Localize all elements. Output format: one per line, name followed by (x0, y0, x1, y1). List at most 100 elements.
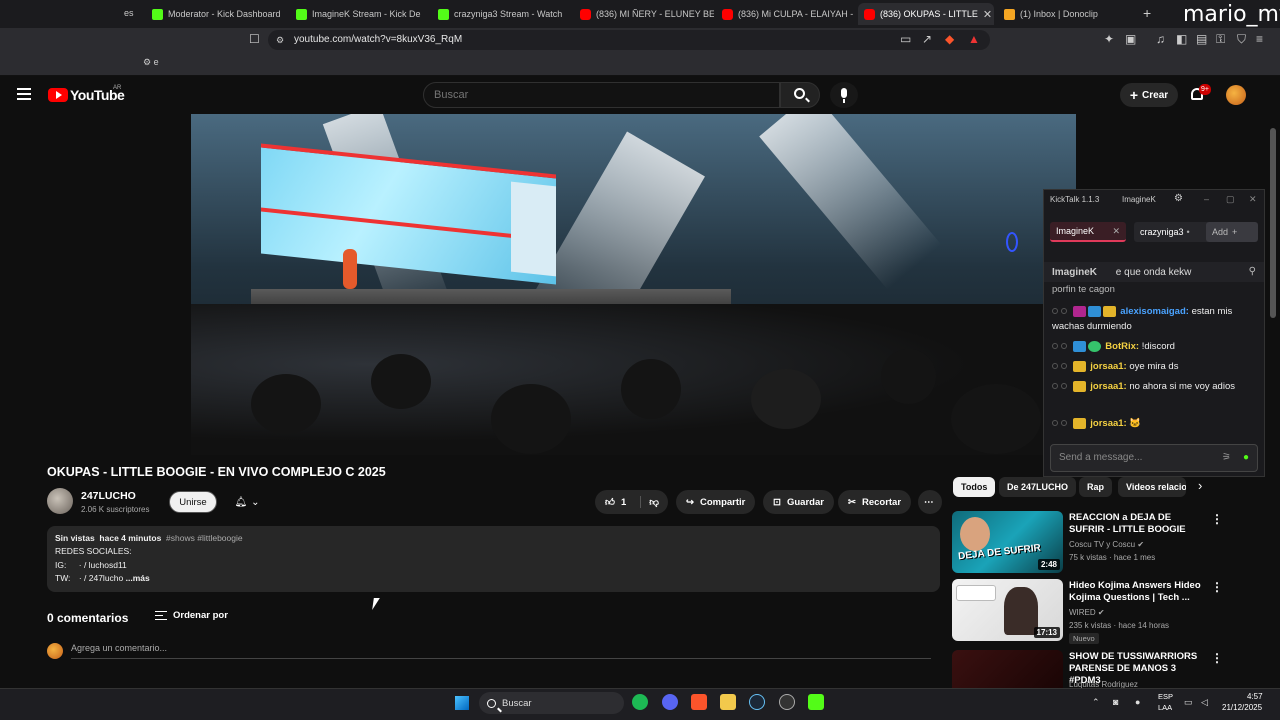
more-vert-icon[interactable]: ⋮ (1211, 651, 1223, 665)
reader-icon[interactable]: ▣ (1125, 32, 1136, 46)
mod-action-icon[interactable] (1061, 308, 1067, 315)
close-tab-icon[interactable]: ✕ (983, 8, 992, 21)
chip-related[interactable]: Videos relacio (1118, 477, 1186, 497)
rec-channel[interactable]: Coscu TV y Coscu ✔ (1069, 540, 1144, 549)
discord-icon[interactable] (662, 694, 678, 710)
close-tab-icon[interactable]: ✕ (1112, 226, 1120, 237)
tab-mi-nery[interactable]: (836) MI ÑERY - ELUNEY BENE (574, 3, 714, 25)
steam-icon[interactable] (749, 694, 765, 710)
share-icon[interactable]: ↗ (922, 32, 932, 46)
bookmark-icon[interactable]: ☐ (249, 32, 260, 46)
search-input[interactable] (423, 82, 780, 108)
mod-action-icon[interactable] (1052, 420, 1058, 427)
sort-comments-button[interactable]: Ordenar por (155, 610, 228, 621)
brave-shield-icon[interactable]: ◆ (945, 32, 954, 46)
shield-icon[interactable]: ⛉ (1237, 32, 1246, 47)
wallet-icon[interactable]: ▤ (1196, 32, 1207, 46)
mod-action-icon[interactable] (1061, 420, 1067, 427)
rec-channel[interactable]: WIRED ✔ (1069, 608, 1105, 617)
share-button[interactable]: ↪ Compartir (676, 490, 756, 514)
thumbs-down-icon[interactable]: 👎︎ (640, 496, 659, 508)
spotify-icon[interactable] (632, 694, 648, 710)
chip-all[interactable]: Todos (953, 477, 996, 497)
hashtags[interactable]: #shows #littleboogie (166, 533, 243, 543)
sidebar-icon[interactable]: ◧ (1176, 32, 1187, 46)
send-icon[interactable]: ● (1243, 445, 1249, 471)
join-button[interactable]: Unirse (169, 491, 217, 513)
settings-gear-icon[interactable]: ⚙ (1174, 193, 1183, 204)
mod-action-icon[interactable] (1052, 383, 1058, 390)
ig-link[interactable]: / luchosd11 (84, 560, 127, 570)
subscription-bell-button[interactable]: 🔔︎ ⌄ (226, 491, 268, 513)
channel-avatar[interactable] (47, 488, 73, 514)
rec-title[interactable]: Hideo Kojima Answers Hideo Kojima Questi… (1069, 580, 1205, 604)
brave-icon[interactable] (691, 694, 707, 710)
tray-gamepad-icon[interactable]: ◙ (1113, 697, 1118, 707)
site-info-icon[interactable]: ⚙ (276, 35, 284, 46)
chat-username[interactable]: alexisomaigad: (1120, 306, 1189, 317)
rec-thumbnail[interactable]: 17:13 (952, 579, 1063, 641)
new-tab-button[interactable]: + (1143, 5, 1151, 21)
voice-search-button[interactable] (830, 82, 858, 108)
mod-action-icon[interactable] (1052, 308, 1058, 315)
more-actions-button[interactable]: ⋯ (918, 490, 942, 514)
chip-from-channel[interactable]: De 247LUCHO (999, 477, 1077, 497)
pin-icon[interactable]: ⚲ (1249, 266, 1256, 277)
create-button[interactable]: + Crear (1120, 83, 1178, 107)
rec-title[interactable]: REACCION a DEJA DE SUFRIR - LITTLE BOOGI… (1069, 512, 1205, 536)
volume-icon[interactable]: ◁ (1201, 697, 1208, 708)
url-text[interactable]: youtube.com/watch?v=8kuxV36_RqM (294, 34, 462, 45)
clip-button[interactable]: ✂ Recortar (838, 490, 912, 514)
minimize-icon[interactable]: – (1204, 194, 1209, 204)
media-icon[interactable]: ♫ (1156, 32, 1165, 46)
tw-link[interactable]: / 247lucho (84, 573, 123, 583)
menu-icon[interactable]: ≡ (1256, 32, 1263, 46)
chip-rap[interactable]: Rap (1079, 477, 1113, 497)
windows-start-icon[interactable] (455, 696, 469, 710)
keyboard-language[interactable]: ESP (1158, 692, 1173, 701)
tab-imaginek-stream[interactable]: ImagineK Stream - Kick De (290, 3, 430, 25)
taskbar-date[interactable]: 21/12/2025 (1222, 703, 1262, 712)
maximize-icon[interactable]: ▢ (1226, 194, 1235, 205)
extensions-icon[interactable]: ✦ (1104, 32, 1114, 46)
chat-tab-imaginek[interactable]: ImagineK ✕ (1050, 222, 1126, 242)
taskbar-search[interactable]: Buscar (479, 692, 624, 714)
tab-kick-dashboard[interactable]: Moderator - Kick Dashboard (146, 3, 286, 25)
mod-action-icon[interactable] (1061, 363, 1067, 370)
save-button[interactable]: ⊡ Guardar (763, 490, 834, 514)
tab-crazyniga3-stream[interactable]: crazyniga3 Stream - Watch (432, 3, 572, 25)
obs-icon[interactable] (779, 694, 795, 710)
chat-tab-crazyniga3[interactable]: crazyniga3 • (1134, 222, 1210, 242)
screen-cast-icon[interactable]: ▭ (900, 32, 911, 46)
kicktalk-chat-window[interactable]: KickTalk 1.1.3 ImagineK ⚙ – ▢ ✕ ImagineK… (1043, 189, 1265, 477)
network-icon[interactable]: ▭ (1184, 697, 1193, 708)
more-vert-icon[interactable]: ⋮ (1211, 580, 1223, 594)
tray-mic-icon[interactable]: ● (1135, 697, 1140, 707)
mod-action-icon[interactable] (1052, 343, 1058, 350)
bookmark-item[interactable]: ⚙ e (143, 57, 159, 68)
account-avatar[interactable] (1226, 85, 1246, 105)
youtube-logo-icon[interactable] (48, 88, 68, 102)
mod-action-icon[interactable] (1061, 383, 1067, 390)
chat-username[interactable]: jorsaa1: (1090, 418, 1126, 429)
video-player[interactable] (191, 114, 1076, 455)
chat-username[interactable]: jorsaa1: (1090, 381, 1126, 392)
emote-picker-icon[interactable]: ⚞ (1222, 445, 1231, 471)
vpn-icon[interactable]: ⚿ (1216, 32, 1225, 47)
channel-name[interactable]: 247LUCHO (81, 490, 136, 502)
tray-chevron-icon[interactable]: ⌃ (1092, 697, 1100, 708)
rec-thumbnail[interactable]: DEJA DE SUFRIR 2:48 (952, 511, 1063, 573)
rec-thumbnail[interactable] (952, 650, 1063, 688)
tab-okupas-active[interactable]: (836) OKUPAS - LITTLE ✕ (858, 3, 994, 25)
tab-mi-culpa[interactable]: (836) Mi CULPA - ELAIYAH - EN (716, 3, 856, 25)
kicktalk-user[interactable]: ImagineK (1122, 195, 1156, 204)
chat-username[interactable]: jorsaa1: (1090, 361, 1126, 372)
like-dislike-group[interactable]: 👍︎ 1 👎︎ (595, 490, 668, 514)
tab-donoclip-inbox[interactable]: (1) Inbox | Donoclip (998, 3, 1138, 25)
hamburger-menu-icon[interactable] (17, 88, 31, 100)
thumbs-up-icon[interactable]: 👍︎ (605, 496, 615, 508)
keyboard-layout[interactable]: LAA (1158, 703, 1172, 712)
taskbar-time[interactable]: 4:57 (1247, 692, 1263, 701)
add-comment-input[interactable]: Agrega un comentario... (71, 643, 931, 659)
chevron-right-icon[interactable]: › (1198, 478, 1202, 493)
